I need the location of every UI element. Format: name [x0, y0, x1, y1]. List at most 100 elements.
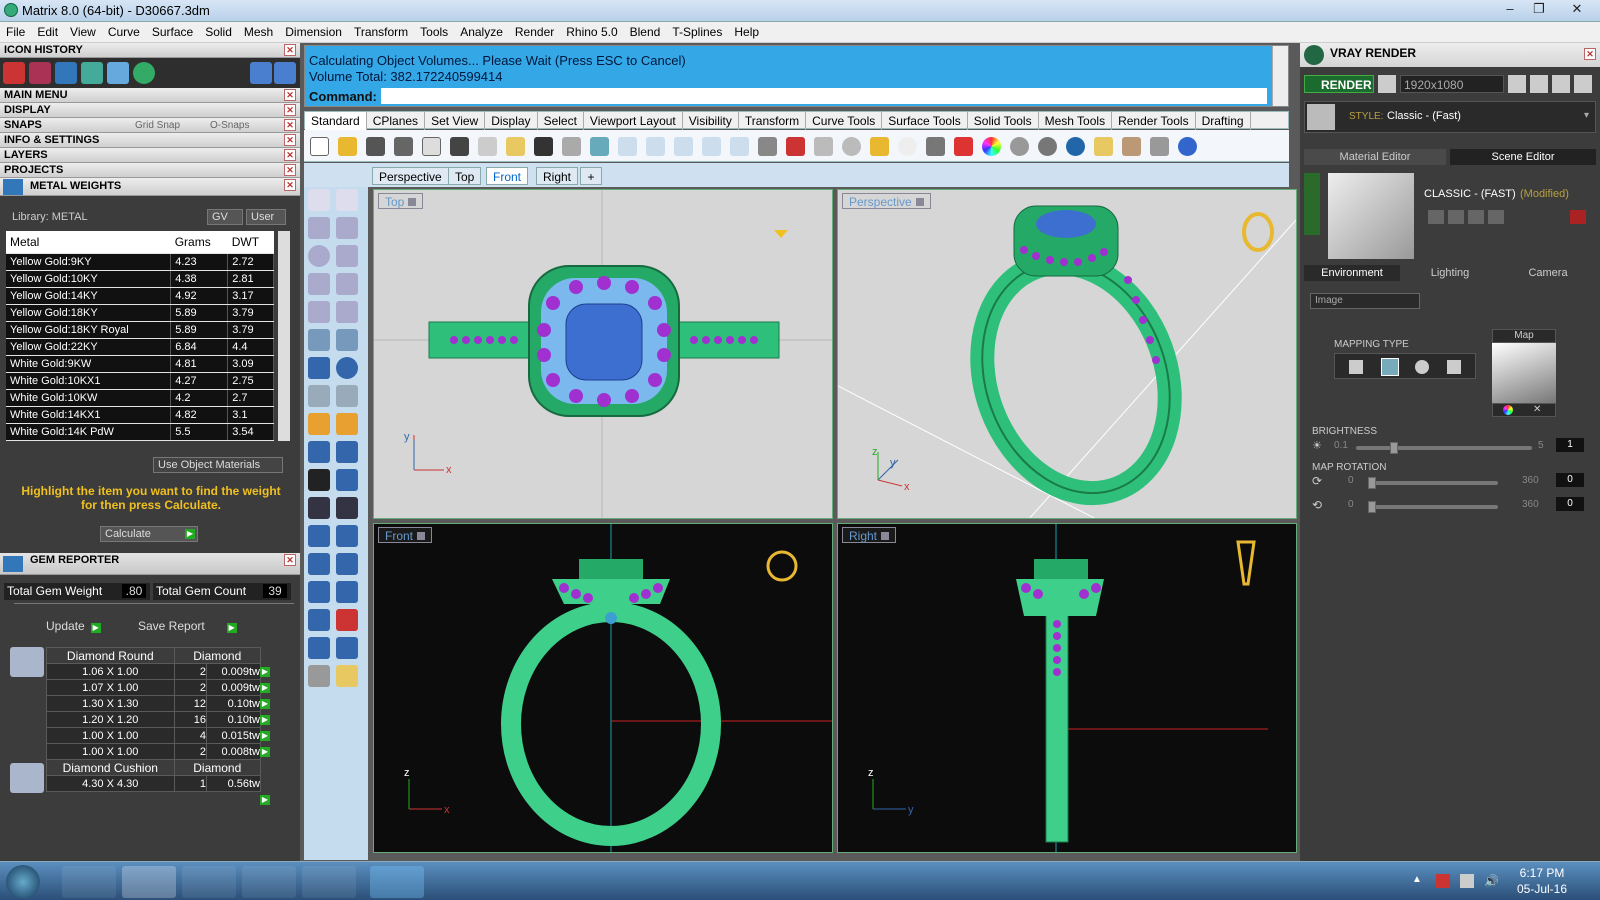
- trim-icon[interactable]: [336, 441, 358, 463]
- car-icon[interactable]: [786, 137, 805, 156]
- gumball-icon[interactable]: [870, 137, 889, 156]
- sphere-icon[interactable]: [336, 357, 358, 379]
- gem-reporter-header[interactable]: GEM REPORTER ✕: [0, 553, 300, 575]
- print-icon[interactable]: [394, 137, 413, 156]
- table-row[interactable]: Yellow Gold:14KY 4.92 3.17: [6, 287, 274, 305]
- save-icon[interactable]: [366, 137, 385, 156]
- vtab-front[interactable]: Front: [486, 167, 529, 185]
- back-arrow-icon[interactable]: [250, 62, 272, 84]
- menu-mesh[interactable]: Mesh: [238, 22, 279, 39]
- close-icon[interactable]: ✕: [284, 134, 296, 146]
- restore-button[interactable]: ❐: [1526, 1, 1552, 19]
- forward-arrow-icon[interactable]: [274, 62, 296, 84]
- tab-select[interactable]: Select: [538, 112, 584, 130]
- paste-icon[interactable]: [506, 137, 525, 156]
- calculator-icon[interactable]: [302, 866, 356, 898]
- render-material-icon[interactable]: [336, 665, 358, 687]
- close-icon[interactable]: ✕: [284, 164, 296, 176]
- tab-lighting[interactable]: Lighting: [1402, 265, 1498, 281]
- brightness-knob[interactable]: [1389, 442, 1398, 454]
- gem-select-icon[interactable]: ▶: [260, 795, 270, 805]
- map-cube-icon[interactable]: [1381, 358, 1399, 376]
- undo-icon[interactable]: [534, 137, 553, 156]
- grid-icon[interactable]: [1574, 75, 1592, 93]
- map-color-icon[interactable]: [1503, 405, 1513, 415]
- render-sphere-icon[interactable]: [1038, 137, 1057, 156]
- gem-select-icon[interactable]: ▶: [260, 667, 270, 677]
- help-icon[interactable]: [1178, 137, 1197, 156]
- tab-camera[interactable]: Camera: [1500, 265, 1596, 281]
- table-row[interactable]: White Gold:10KW 4.2 2.7: [6, 389, 274, 407]
- frame-buffer-icon[interactable]: [1530, 75, 1548, 93]
- file-explorer-icon[interactable]: [122, 866, 176, 898]
- lock-icon[interactable]: [926, 137, 945, 156]
- menu-tools[interactable]: Tools: [414, 22, 454, 39]
- clock-date[interactable]: 05-Jul-16: [1512, 882, 1572, 896]
- map-thumbnail[interactable]: [1492, 343, 1556, 403]
- gear-icon[interactable]: [1122, 137, 1141, 156]
- vtab-right[interactable]: Right: [536, 167, 579, 185]
- lightning-icon[interactable]: [336, 413, 358, 435]
- menu-solid[interactable]: Solid: [199, 22, 238, 39]
- menu-render[interactable]: Render: [509, 22, 560, 39]
- zoom-selected-icon[interactable]: [702, 137, 721, 156]
- osnaps-toggle[interactable]: O-Snaps: [210, 118, 249, 133]
- close-icon[interactable]: ✕: [284, 179, 296, 191]
- menu-blend[interactable]: Blend: [624, 22, 667, 39]
- close-icon[interactable]: ✕: [284, 554, 296, 566]
- check-icon[interactable]: [336, 637, 358, 659]
- icon-history-header[interactable]: ICON HISTORY ✕: [0, 43, 300, 58]
- table-row[interactable]: White Gold:14KX1 4.82 3.1: [6, 406, 274, 424]
- menu-edit[interactable]: Edit: [31, 22, 64, 39]
- render-settings-icon[interactable]: [1378, 75, 1396, 93]
- menu-surface[interactable]: Surface: [146, 22, 199, 39]
- layout-icon[interactable]: [308, 637, 330, 659]
- tab-curve-tools[interactable]: Curve Tools: [806, 112, 883, 130]
- zoom-extents-icon[interactable]: [674, 137, 693, 156]
- media-player-icon[interactable]: [182, 866, 236, 898]
- rotation-v-knob[interactable]: [1368, 501, 1376, 513]
- table-row[interactable]: Yellow Gold:18KY 5.89 3.79: [6, 304, 274, 322]
- menu-tsplines[interactable]: T-Splines: [666, 22, 728, 39]
- new-file-icon[interactable]: [310, 137, 329, 156]
- table-row[interactable]: 1.00 X 1.00 2 0.008tw: [46, 743, 262, 760]
- chrome-icon[interactable]: [242, 866, 296, 898]
- boolean-icon[interactable]: [308, 413, 330, 435]
- circle-target-icon[interactable]: [842, 137, 861, 156]
- map-flat-icon[interactable]: [1349, 360, 1363, 374]
- close-icon[interactable]: ✕: [1584, 48, 1596, 60]
- minimize-button[interactable]: –: [1497, 1, 1523, 19]
- four-view-icon[interactable]: [758, 137, 777, 156]
- array-icon[interactable]: [336, 469, 358, 491]
- prev-icon[interactable]: [1508, 75, 1526, 93]
- material-icon[interactable]: [308, 665, 330, 687]
- curve-icon[interactable]: [336, 217, 358, 239]
- rotate-view-icon[interactable]: [730, 137, 749, 156]
- table-row[interactable]: Yellow Gold:18KY Royal 5.89 3.79: [6, 321, 274, 339]
- menu-curve[interactable]: Curve: [102, 22, 146, 39]
- folder-icon[interactable]: [107, 62, 129, 84]
- style-select[interactable]: STYLE: Classic - (Fast) ▾: [1304, 101, 1596, 133]
- blend-icon[interactable]: [336, 497, 358, 519]
- pan-hand-icon[interactable]: [562, 137, 581, 156]
- gem-select-icon[interactable]: ▶: [260, 731, 270, 741]
- list-icon[interactable]: [1552, 75, 1570, 93]
- col-grams[interactable]: Grams: [170, 231, 228, 254]
- point-icon[interactable]: [336, 189, 358, 211]
- menu-transform[interactable]: Transform: [348, 22, 414, 39]
- reset-scene-icon[interactable]: [1570, 210, 1586, 224]
- close-icon[interactable]: ✕: [284, 89, 296, 101]
- mesh-icon[interactable]: [308, 469, 330, 491]
- tab-mesh-tools[interactable]: Mesh Tools: [1039, 112, 1113, 130]
- snap-icon[interactable]: [814, 137, 833, 156]
- polyline-icon[interactable]: [308, 217, 330, 239]
- table-row[interactable]: Yellow Gold:10KY 4.38 2.81: [6, 270, 274, 288]
- history-icon-4[interactable]: [81, 62, 103, 84]
- select-arrow-icon[interactable]: [308, 189, 330, 211]
- table-row[interactable]: White Gold:14K PdW 5.5 3.54: [6, 423, 274, 441]
- circle-icon[interactable]: [308, 245, 330, 267]
- tab-viewport-layout[interactable]: Viewport Layout: [584, 112, 683, 130]
- layer-icon[interactable]: [954, 137, 973, 156]
- cylinder-icon[interactable]: [308, 385, 330, 407]
- gv-toggle[interactable]: GV: [207, 209, 243, 225]
